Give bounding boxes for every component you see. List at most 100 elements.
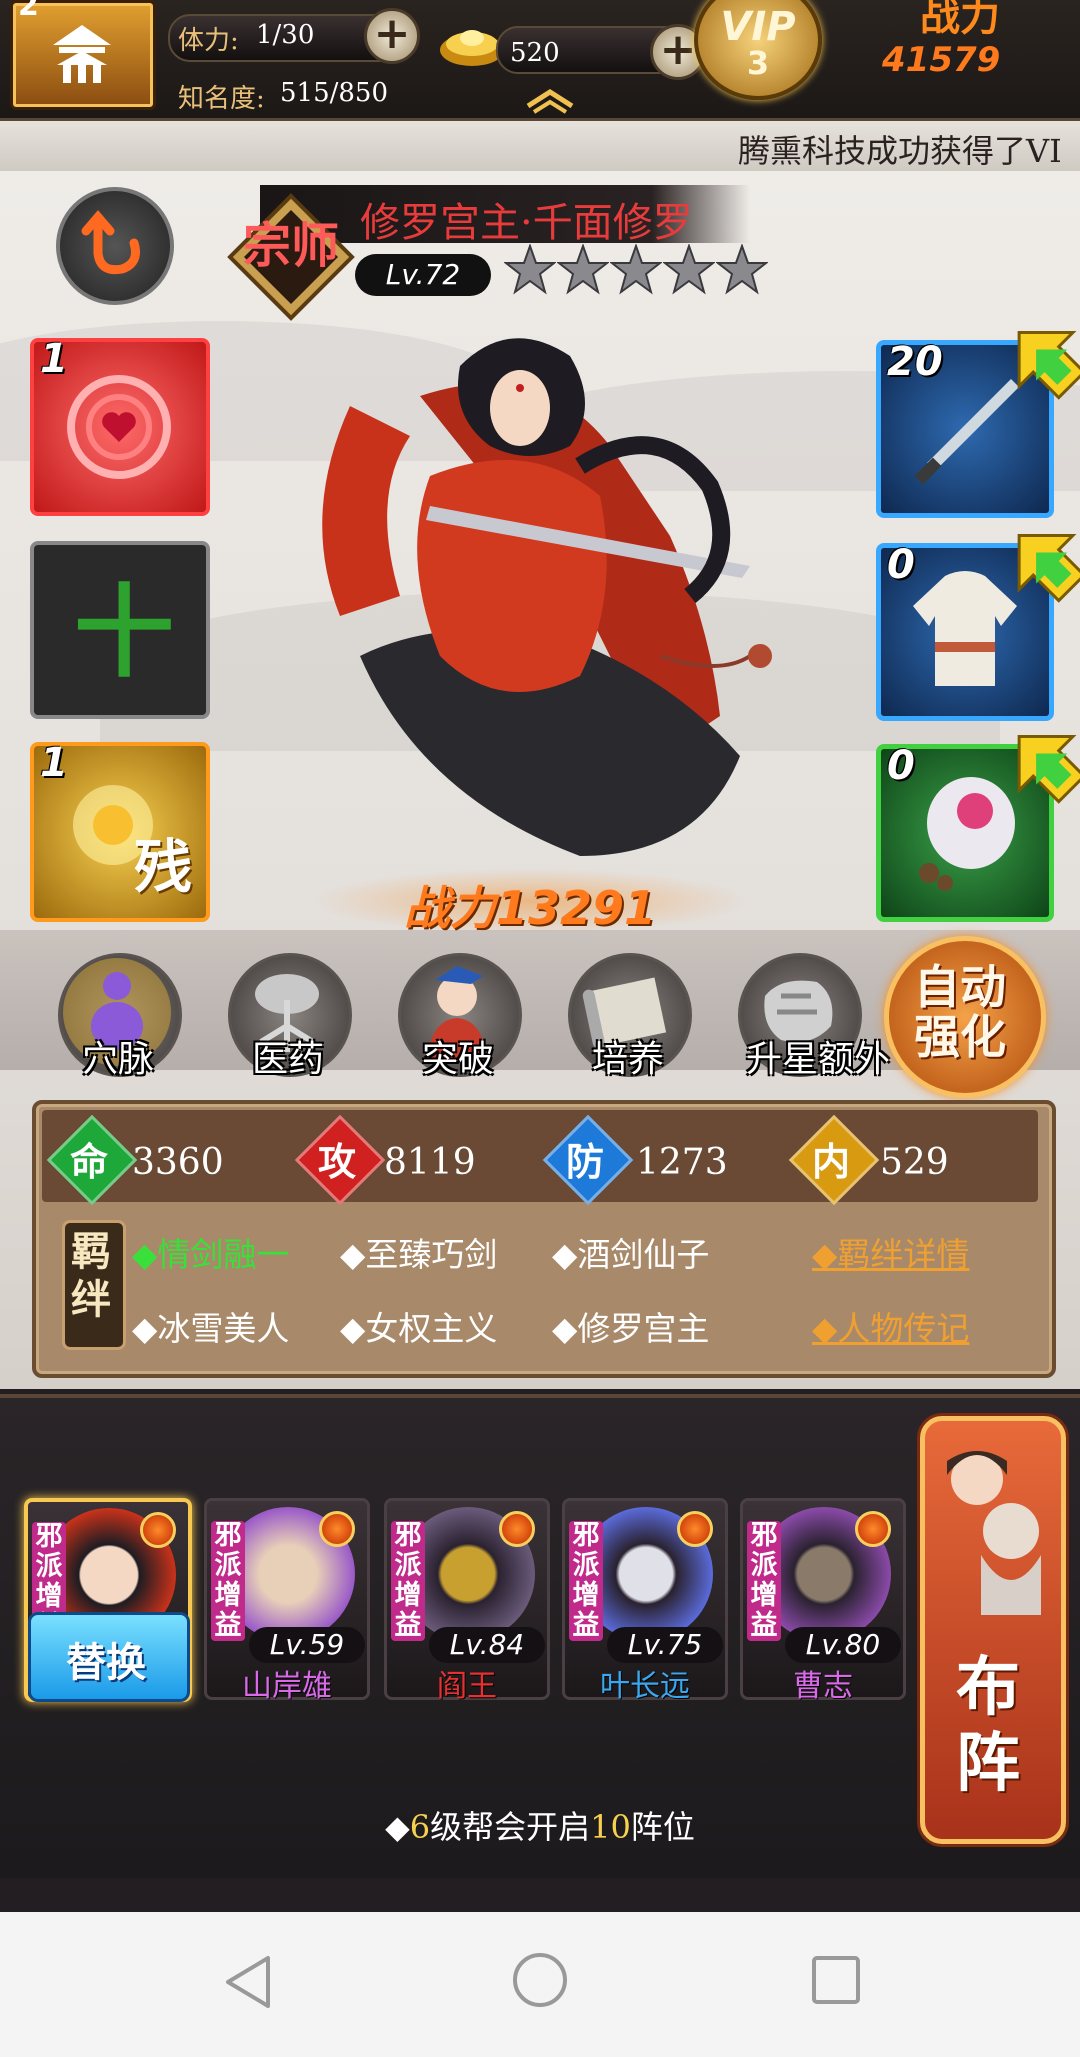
bond-item: ◆冰雪美人 bbox=[132, 1309, 290, 1348]
slot-count: 20 bbox=[887, 339, 943, 385]
inner-power-char: 内 bbox=[811, 1139, 850, 1184]
upgrade-arrow-icon bbox=[1017, 331, 1080, 400]
bond-item: ◆情剑融一 bbox=[132, 1235, 290, 1274]
slot-count: 1 bbox=[40, 336, 68, 382]
biography-link[interactable]: ◆人物传记 bbox=[812, 1302, 969, 1350]
star-icon bbox=[504, 244, 556, 295]
hint-suffix: 阵位 bbox=[630, 1808, 695, 1846]
faction-badge: 邪派增益 bbox=[391, 1521, 425, 1641]
faction-badge: 邪派增益 bbox=[747, 1521, 781, 1641]
slot-count: 1 bbox=[40, 740, 68, 786]
stamina-value: 1/30 bbox=[256, 20, 315, 50]
lineup-card[interactable]: 邪派增益 Lv.80 曹志 bbox=[740, 1498, 906, 1704]
add-stamina-button[interactable]: + bbox=[364, 8, 420, 64]
formation-label: 布阵 bbox=[956, 1650, 1020, 1801]
bond-item: ◆至臻巧剑 bbox=[340, 1235, 498, 1274]
fame-label: 知名度: bbox=[178, 84, 265, 114]
empty-skill-slot[interactable]: 十 bbox=[30, 541, 210, 719]
health-value: 3360 bbox=[132, 1142, 224, 1183]
card-name: 山岸雄 bbox=[242, 1669, 332, 1704]
medicine-label: 医药 bbox=[251, 1039, 324, 1080]
accessory-slot[interactable]: 0 bbox=[876, 735, 1080, 922]
auto-enhance-line2: 强化 bbox=[914, 1010, 1006, 1064]
replace-label: 替换 bbox=[66, 1639, 146, 1686]
heroes-illustration bbox=[947, 1451, 1041, 1615]
vip-level: 3 bbox=[746, 44, 770, 82]
upgrade-arrow-icon bbox=[1017, 534, 1080, 603]
slot-count: 0 bbox=[887, 743, 915, 789]
fame-value: 515/850 bbox=[280, 78, 389, 108]
home-level: 2 bbox=[18, 0, 39, 23]
lineup-hint: ◆6级帮会开启10阵位 bbox=[0, 1802, 1080, 1848]
gold-value: 520 bbox=[510, 38, 560, 68]
card-name: 叶长远 bbox=[600, 1669, 690, 1704]
lineup-card[interactable]: 邪派增益 Lv.84 阎王 bbox=[384, 1498, 550, 1704]
weapon-slot[interactable]: 20 bbox=[876, 331, 1080, 518]
heart-swirl-icon bbox=[67, 375, 171, 479]
armor-slot[interactable]: 0 bbox=[876, 534, 1080, 721]
slot-count: 0 bbox=[887, 542, 915, 588]
defense-char: 防 bbox=[565, 1139, 604, 1184]
hint-text: 级帮会开启 bbox=[430, 1808, 591, 1846]
skill-slot-3[interactable]: 1 残 bbox=[30, 740, 210, 922]
faction-badge: 邪派增益 bbox=[569, 1521, 603, 1641]
health-char: 命 bbox=[69, 1139, 108, 1184]
hero-name: 修罗宫主·千面修罗 bbox=[360, 200, 693, 246]
total-power-label: 战力 bbox=[920, 0, 1000, 40]
total-power-value: 41579 bbox=[882, 40, 1001, 80]
faction-badge: 邪派增益 bbox=[211, 1521, 245, 1641]
lineup-card[interactable]: 邪派增益 Lv.75 叶长远 bbox=[562, 1498, 728, 1704]
plus-icon: 十 bbox=[74, 574, 174, 691]
card-level: Lv.59 bbox=[249, 1627, 365, 1663]
status-dot bbox=[677, 1511, 713, 1547]
stamina-label: 体力: bbox=[178, 26, 239, 56]
return-arrow-icon bbox=[81, 210, 140, 275]
inner-power-value: 529 bbox=[880, 1142, 949, 1183]
attack-char: 攻 bbox=[317, 1139, 356, 1184]
hero-power: 战力13291 bbox=[403, 881, 657, 935]
star-icon bbox=[663, 244, 715, 295]
bond-details-link[interactable]: ◆羁绊详情 bbox=[812, 1228, 969, 1276]
star-icon bbox=[610, 244, 662, 295]
bond-item: ◆酒剑仙子 bbox=[552, 1235, 710, 1274]
star-icon bbox=[557, 244, 609, 295]
acupoint-label: 穴脉 bbox=[81, 1039, 154, 1080]
notice-text: 腾熏科技成功获得了VI bbox=[738, 132, 1062, 170]
status-dot bbox=[855, 1511, 891, 1547]
hint-guild-level: 6 bbox=[409, 1808, 431, 1846]
rank-text: 宗师 bbox=[242, 218, 339, 274]
attack-value: 8119 bbox=[384, 1142, 476, 1183]
back-button[interactable] bbox=[56, 187, 174, 305]
bond-item: ◆女权主义 bbox=[340, 1309, 498, 1348]
train-label: 培养 bbox=[591, 1039, 664, 1080]
expand-chevron-icon[interactable] bbox=[522, 84, 578, 114]
card-level: Lv.84 bbox=[429, 1627, 545, 1663]
hint-slot-count: 10 bbox=[590, 1808, 631, 1846]
recents-icon[interactable] bbox=[810, 1954, 862, 2006]
card-level: Lv.80 bbox=[785, 1627, 901, 1663]
upgrade-arrow-icon bbox=[1017, 735, 1080, 804]
hero-portrait bbox=[322, 338, 772, 856]
skill-slot-1[interactable]: 1 bbox=[30, 336, 210, 516]
system-nav-bar bbox=[0, 1912, 1080, 2057]
lineup-card[interactable]: 邪派增益 Lv.59 山岸雄 bbox=[204, 1498, 370, 1704]
status-dot bbox=[319, 1511, 355, 1547]
bond-tag-text: 羁绊 bbox=[71, 1228, 111, 1323]
auto-enhance-label: 自动 强化 bbox=[884, 962, 1036, 1062]
status-dot bbox=[499, 1511, 535, 1547]
card-name: 阎王 bbox=[437, 1669, 497, 1704]
pavilion-icon bbox=[53, 25, 111, 83]
bond-tag-label: 羁绊 bbox=[62, 1228, 120, 1324]
star-icon bbox=[716, 244, 768, 295]
auto-enhance-line1: 自动 bbox=[914, 960, 1006, 1014]
defense-value: 1273 bbox=[636, 1142, 728, 1183]
back-icon[interactable] bbox=[220, 1952, 276, 2012]
breakthrough-label: 突破 bbox=[421, 1039, 494, 1080]
bond-item: ◆修罗宫主 bbox=[552, 1309, 710, 1348]
home-icon[interactable] bbox=[510, 1950, 570, 2010]
hero-level: Lv.72 bbox=[385, 258, 461, 291]
card-name: 曹志 bbox=[793, 1669, 853, 1704]
card-level: Lv.75 bbox=[607, 1627, 723, 1663]
hint-bullet: ◆ bbox=[385, 1808, 410, 1846]
status-dot bbox=[140, 1512, 176, 1548]
